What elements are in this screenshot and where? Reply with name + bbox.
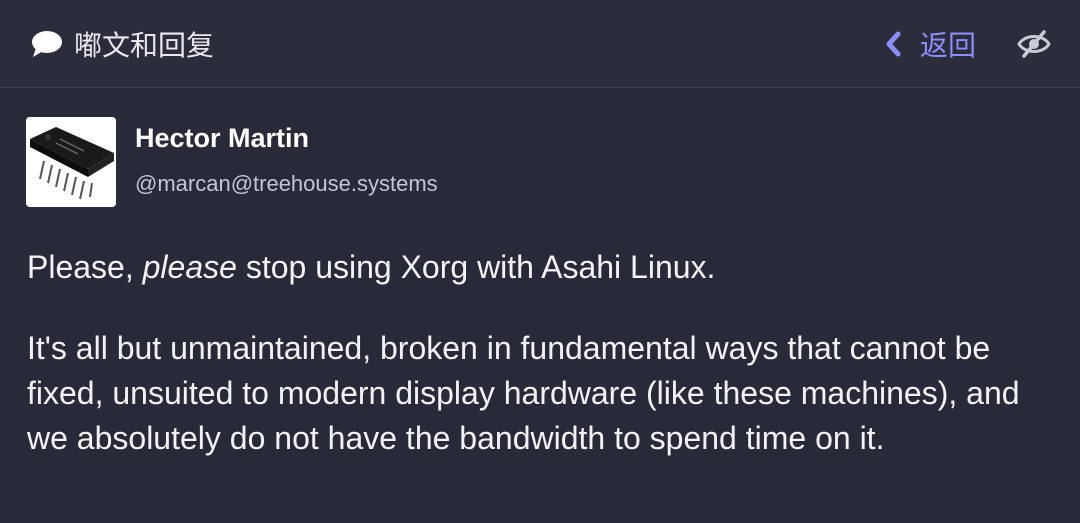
display-name[interactable]: Hector Martin [135, 123, 309, 154]
paragraph-1-before: Please, [27, 249, 143, 285]
account-handle[interactable]: @marcan@treehouse.systems [135, 171, 438, 197]
chat-bubble-icon [30, 29, 64, 59]
avatar[interactable] [26, 117, 116, 207]
chevron-left-icon [884, 30, 906, 58]
column-title: 嘟文和回复 [30, 22, 214, 66]
microchip-avatar [26, 117, 116, 207]
column-header: 嘟文和回复 返回 [0, 0, 1080, 88]
status-detail: Hector Martin @marcan@treehouse.systems … [0, 89, 1080, 523]
thread-view: 嘟文和回复 返回 Hector Martin @marcan@treehouse… [0, 0, 1080, 523]
status-paragraph-1: Please, please stop using Xorg with Asah… [27, 245, 1057, 290]
back-button[interactable]: 返回 [884, 22, 976, 66]
status-content: Please, please stop using Xorg with Asah… [27, 245, 1057, 461]
eye-slash-icon[interactable] [1016, 28, 1052, 60]
status-paragraph-2: It's all but unmaintained, broken in fun… [27, 330, 1020, 456]
column-title-text: 嘟文和回复 [74, 29, 215, 62]
back-button-label: 返回 [920, 29, 977, 62]
paragraph-1-emphasis: please [142, 249, 237, 285]
paragraph-1-after: stop using Xorg with Asahi Linux. [236, 249, 716, 285]
